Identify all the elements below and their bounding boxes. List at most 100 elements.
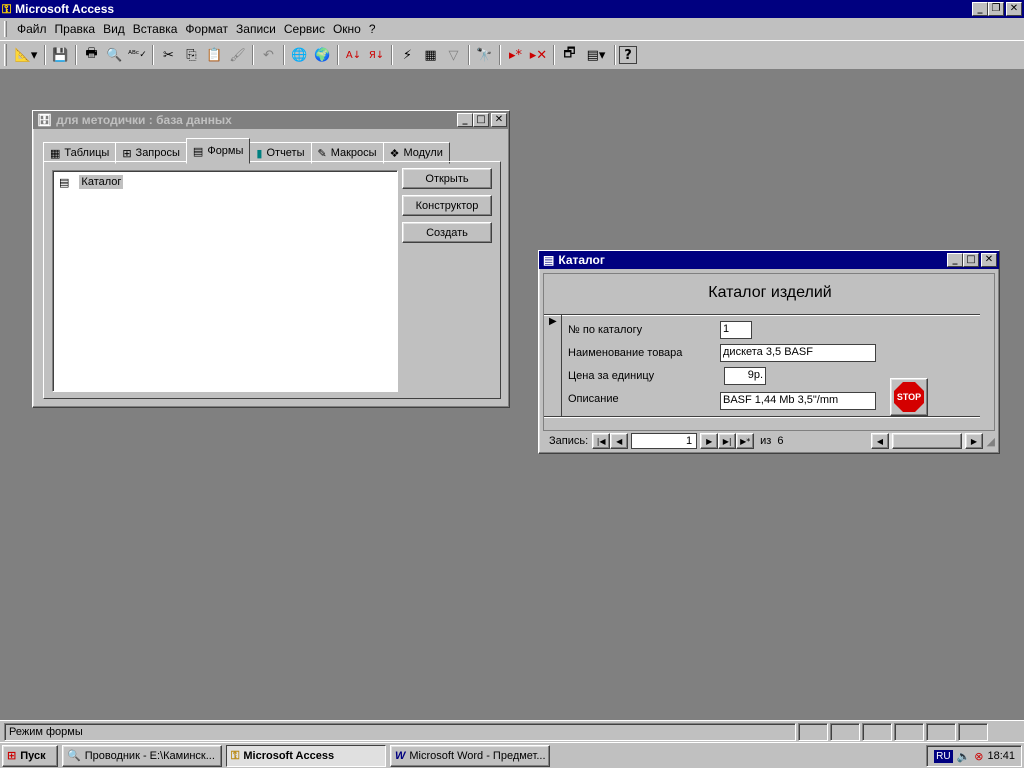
forms-list[interactable]: ▤ Каталог [52,170,398,392]
toolbar: 📐▾ 💾 🖶 🔍 ᴬᴮᶜ✓ ✂ ⎘ 📋 🖌 ↶ 🌐 🌍 A↓ Я↓ ⚡ ▦ ▽ … [0,40,1024,70]
new-record-icon[interactable]: ▸* [504,44,527,66]
filter-by-selection-icon[interactable]: ⚡ [396,44,419,66]
find-icon[interactable]: 🔭 [473,44,496,66]
status-panel [862,722,892,741]
menu-help[interactable]: ? [365,22,380,36]
help-icon[interactable]: ? [619,46,637,64]
spelling-icon[interactable]: ᴬᴮᶜ✓ [126,44,149,66]
previous-record-icon[interactable]: ◀ [610,433,629,449]
speaker-icon[interactable]: 🔈 [957,750,971,763]
restore-icon[interactable]: ❐ [988,2,1004,16]
network-off-icon[interactable]: ⊗ [974,750,983,763]
print-preview-icon[interactable]: 🔍 [103,44,126,66]
toolbar-grip[interactable] [4,44,7,66]
design-button[interactable]: Конструктор [402,195,492,216]
menu-edit[interactable]: Правка [51,22,100,36]
new-record-nav-icon[interactable]: ▶* [736,433,755,449]
scroll-left-icon[interactable]: ◀ [871,433,889,449]
word-icon: W [395,749,406,762]
close-icon[interactable]: ✕ [1006,2,1022,16]
status-panel [830,722,860,741]
next-record-icon[interactable]: ▶ [700,433,719,449]
minimize-icon[interactable]: _ [457,113,473,127]
list-item[interactable]: ▤ Каталог [59,175,124,189]
app-caption-buttons: _ ❐ ✕ [972,2,1022,16]
language-indicator[interactable]: RU [934,749,953,763]
menu-file[interactable]: Файл [13,22,51,36]
close-icon[interactable]: ✕ [491,113,507,127]
database-window-icon[interactable]: 🗗 [558,44,581,66]
record-selector[interactable]: ▶ [544,314,562,416]
catalog-no-field[interactable]: 1 [720,321,752,339]
app-title-bar[interactable]: ⚿ Microsoft Access _ ❐ ✕ [0,0,1024,18]
menu-grip[interactable] [4,21,7,37]
last-record-icon[interactable]: ▶| [718,433,737,449]
database-window-title-bar[interactable]: 🗄 для методички : база данных _ □ ✕ [33,111,509,129]
minimize-icon[interactable]: _ [972,2,988,16]
close-icon[interactable]: ✕ [981,253,997,267]
module-icon: ❖ [389,146,400,160]
sort-ascending-icon[interactable]: A↓ [342,44,365,66]
stop-button[interactable]: STOP [890,378,928,416]
record-total: 6 [777,435,784,447]
taskbar-explorer[interactable]: 🔍 Проводник - E:\Каминск... [62,744,222,767]
form-window-title-bar[interactable]: ▤ Каталог _ □ ✕ [539,251,999,269]
apply-filter-icon[interactable]: ▽ [442,44,465,66]
horizontal-scrollbar[interactable]: ◀ ▶ [871,433,983,449]
toolbar-separator [553,45,555,65]
open-button[interactable]: Открыть [402,168,492,189]
internet-icon[interactable]: 🌍 [311,44,334,66]
current-record-icon: ▶ [549,316,557,327]
resize-grip-icon[interactable]: ◢ [987,435,995,448]
product-name-field[interactable]: дискета 3,5 BASF [720,344,876,362]
form-window-title: Каталог [558,253,605,267]
web-icon[interactable]: 🌐 [288,44,311,66]
maximize-icon[interactable]: □ [963,253,979,267]
taskbar-access[interactable]: ⚿ Microsoft Access [226,744,386,767]
new-object-icon[interactable]: ▤▾ [581,44,611,66]
tab-label: Модули [403,147,443,159]
undo-icon[interactable]: ↶ [257,44,280,66]
footer-divider [544,416,980,418]
create-button[interactable]: Создать [402,222,492,243]
unit-price-field[interactable]: 9р. [724,367,766,385]
tab-forms[interactable]: ▤ Формы [185,138,251,164]
scroll-right-icon[interactable]: ▶ [965,433,983,449]
delete-record-icon[interactable]: ▸✕ [527,44,550,66]
minimize-icon[interactable]: _ [947,253,963,267]
taskbar-label: Проводник - E:\Каминск... [84,749,215,762]
current-record-input[interactable]: 1 [631,433,698,449]
scroll-thumb[interactable] [892,433,962,449]
menu-view[interactable]: Вид [99,22,129,36]
cut-icon[interactable]: ✂ [157,44,180,66]
menu-window[interactable]: Окно [329,22,365,36]
status-bar: Режим формы [0,720,1024,742]
product-name-label: Наименование товара [568,347,683,359]
save-icon[interactable]: 💾 [49,44,72,66]
stop-icon: STOP [894,382,924,412]
filter-by-form-icon[interactable]: ▦ [419,44,442,66]
paste-icon[interactable]: 📋 [203,44,226,66]
menu-format[interactable]: Формат [181,22,232,36]
status-text: Режим формы [4,722,796,741]
menu-tools[interactable]: Сервис [280,22,329,36]
toolbar-separator [614,45,616,65]
taskbar-word[interactable]: W Microsoft Word - Предмет... [390,744,550,767]
sort-descending-icon[interactable]: Я↓ [365,44,388,66]
menu-insert[interactable]: Вставка [129,22,182,36]
toolbar-separator [468,45,470,65]
start-button[interactable]: ⊞ Пуск [2,744,58,767]
clock: 18:41 [987,750,1015,762]
description-field[interactable]: BASF 1,44 Mb 3,5"/mm [720,392,876,410]
print-icon[interactable]: 🖶 [80,44,103,66]
view-icon[interactable]: 📐▾ [11,44,41,66]
menu-records[interactable]: Записи [232,22,280,36]
maximize-icon[interactable]: □ [473,113,489,127]
form-icon: ▤ [192,144,204,158]
windows-logo-icon: ⊞ [7,749,17,762]
taskbar: ⊞ Пуск 🔍 Проводник - E:\Каминск... ⚿ Mic… [0,742,1024,768]
format-painter-icon[interactable]: 🖌 [226,44,249,66]
copy-icon[interactable]: ⎘ [180,44,203,66]
first-record-icon[interactable]: |◀ [592,433,611,449]
explorer-icon: 🔍 [67,749,81,762]
